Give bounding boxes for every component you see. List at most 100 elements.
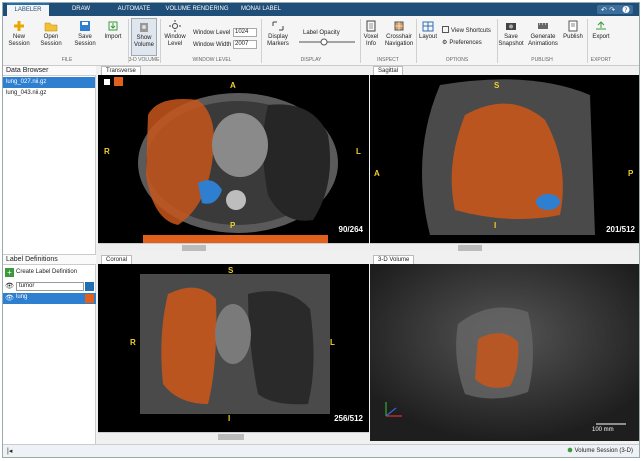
save-session-button[interactable]: Save Session: [71, 20, 99, 48]
label-opacity-slider[interactable]: [297, 38, 357, 46]
tab-3d-volume[interactable]: 3-D Volume: [373, 255, 415, 264]
eye-icon[interactable]: 👁: [5, 294, 14, 302]
import-button[interactable]: Import: [101, 20, 125, 41]
export-button[interactable]: Export: [589, 20, 613, 41]
group-options-label: OPTIONS: [445, 57, 469, 63]
camera-icon: [506, 23, 516, 30]
tab-draw[interactable]: DRAW: [61, 3, 101, 16]
sun-icon: [169, 20, 181, 32]
orientation-label-bottom: I: [228, 414, 231, 423]
volume-icon: [140, 23, 148, 32]
new-session-button[interactable]: New Session: [7, 20, 31, 48]
tab-coronal[interactable]: Coronal: [101, 255, 133, 264]
3d-volume-viewport[interactable]: 100 mm: [370, 264, 639, 441]
orientation-label-top: S: [228, 266, 234, 275]
label-color-swatch[interactable]: [85, 282, 94, 291]
transverse-slice-scrollbar[interactable]: [98, 243, 369, 251]
label-row-lung[interactable]: 👁 lung: [3, 293, 96, 304]
group-inspect-label: INSPECT: [377, 57, 399, 63]
status-bar: |◂ ⬢ Volume Session (3-D): [3, 444, 639, 457]
label-name-field[interactable]: tumor: [16, 282, 84, 291]
export-icon: [596, 21, 606, 30]
coronal-viewport[interactable]: S I R L 256/512: [98, 264, 369, 432]
ribbon-toolstrip: New Session Open Session Save Session Im…: [3, 16, 639, 66]
label-opacity-label: Label Opacity: [303, 30, 340, 36]
voxel-info-button[interactable]: Voxel Info: [361, 20, 381, 48]
import-icon: [108, 21, 118, 31]
scrollbar-thumb[interactable]: [182, 245, 206, 251]
window-width-field[interactable]: 2007: [233, 40, 257, 49]
slice-number: 201/512: [606, 225, 635, 234]
tab-sagittal[interactable]: Sagittal: [373, 66, 404, 75]
coronal-slice-scrollbar[interactable]: [98, 432, 369, 440]
undo-redo-help-icon[interactable]: ↶ ↷ ?: [597, 5, 633, 14]
slice-number: 90/264: [338, 225, 363, 234]
label-definitions-panel: Label Definitions + Create Label Definiti…: [3, 254, 96, 444]
transverse-viewport[interactable]: A P R L 90/264: [98, 75, 369, 243]
crosshair-navigation-button[interactable]: Crosshair Navigation: [383, 20, 415, 48]
publish-button[interactable]: Publish: [561, 20, 585, 41]
label-row-tumor[interactable]: 👁 tumor: [5, 282, 95, 292]
tab-transverse[interactable]: Transverse: [101, 66, 141, 75]
display-markers-button[interactable]: Display Markers: [264, 20, 292, 48]
orientation-label-right: L: [330, 338, 335, 347]
slice-number: 256/512: [334, 414, 363, 423]
view-shortcuts-button[interactable]: View Shortcuts: [442, 26, 491, 34]
data-browser-item[interactable]: lung_027.nii.gz: [3, 77, 95, 88]
panel-collapse-icon[interactable]: |◂: [7, 447, 12, 455]
save-snapshot-button[interactable]: Save Snapshot: [498, 20, 524, 48]
window-width-label: Window Width: [193, 42, 232, 48]
orientation-label-bottom: I: [494, 221, 497, 230]
create-label-definition-button[interactable]: + Create Label Definition: [5, 268, 77, 277]
eye-icon[interactable]: 👁: [5, 282, 14, 290]
group-display-label: DISPLAY: [300, 57, 322, 63]
group-publish-label: PUBLISH: [531, 57, 553, 63]
data-browser-item[interactable]: lung_043.nii.gz: [3, 88, 95, 99]
medical-image-labeler-app: LABELER DRAW AUTOMATE VOLUME RENDERING M…: [2, 2, 640, 458]
group-window-level-label: WINDOW LEVEL: [192, 57, 232, 63]
tab-automate[interactable]: AUTOMATE: [111, 3, 157, 16]
sagittal-slice-image: [422, 79, 595, 235]
data-browser-panel: Data Browser lung_027.nii.gz lung_043.ni…: [3, 66, 96, 254]
sagittal-viewport[interactable]: S I A P 201/512: [370, 75, 639, 243]
tab-labeler[interactable]: LABELER: [7, 3, 49, 16]
coronal-slice-image: [140, 274, 330, 414]
folder-icon: [44, 22, 58, 32]
orientation-label-left: A: [374, 169, 380, 178]
window-level-field[interactable]: 1024: [233, 28, 257, 37]
orientation-label-left: R: [104, 147, 110, 156]
status-text-wrapper: ⬢ Volume Session (3-D): [567, 448, 633, 454]
label-name: lung: [16, 294, 28, 300]
svg-text:↶ ↷: ↶ ↷: [601, 6, 615, 14]
publish-icon: [568, 20, 578, 32]
orientation-label-top: A: [230, 81, 236, 90]
open-session-button[interactable]: Open Session: [37, 20, 65, 48]
scrollbar-thumb[interactable]: [218, 434, 244, 440]
layout-button[interactable]: Layout: [417, 20, 439, 41]
layout-icon: [422, 21, 434, 32]
save-icon: [80, 21, 90, 31]
crosshair-icon: [394, 21, 404, 31]
orientation-label-right: P: [628, 169, 634, 178]
svg-text:?: ?: [624, 7, 627, 14]
window-level-button[interactable]: Window Level: [162, 20, 188, 48]
orientation-label-top: S: [494, 81, 500, 90]
new-session-icon: [14, 21, 24, 31]
scrollbar-thumb[interactable]: [458, 245, 482, 251]
label-definitions-title: Label Definitions: [3, 255, 96, 265]
shortcut-icon: [442, 26, 449, 33]
data-browser-title: Data Browser: [3, 66, 96, 76]
3d-volume-render: [370, 264, 639, 441]
orientation-label-left: R: [130, 338, 136, 347]
sagittal-slice-scrollbar[interactable]: [370, 243, 639, 251]
tab-volume-rendering[interactable]: VOLUME RENDERING: [161, 3, 233, 16]
ribbon-tab-bar: LABELER DRAW AUTOMATE VOLUME RENDERING M…: [3, 3, 639, 16]
label-color-swatch[interactable]: [85, 294, 94, 303]
preferences-button[interactable]: ⚙ Preferences: [442, 39, 482, 46]
generate-animations-button[interactable]: Generate Animations: [527, 20, 559, 48]
group-file-label: FILE: [61, 57, 73, 63]
group-export-label: EXPORT: [590, 57, 612, 63]
show-volume-toggle[interactable]: Show Volume: [131, 18, 157, 56]
plus-icon: +: [5, 268, 14, 277]
tab-monai-label[interactable]: MONAI LABEL: [237, 3, 285, 16]
